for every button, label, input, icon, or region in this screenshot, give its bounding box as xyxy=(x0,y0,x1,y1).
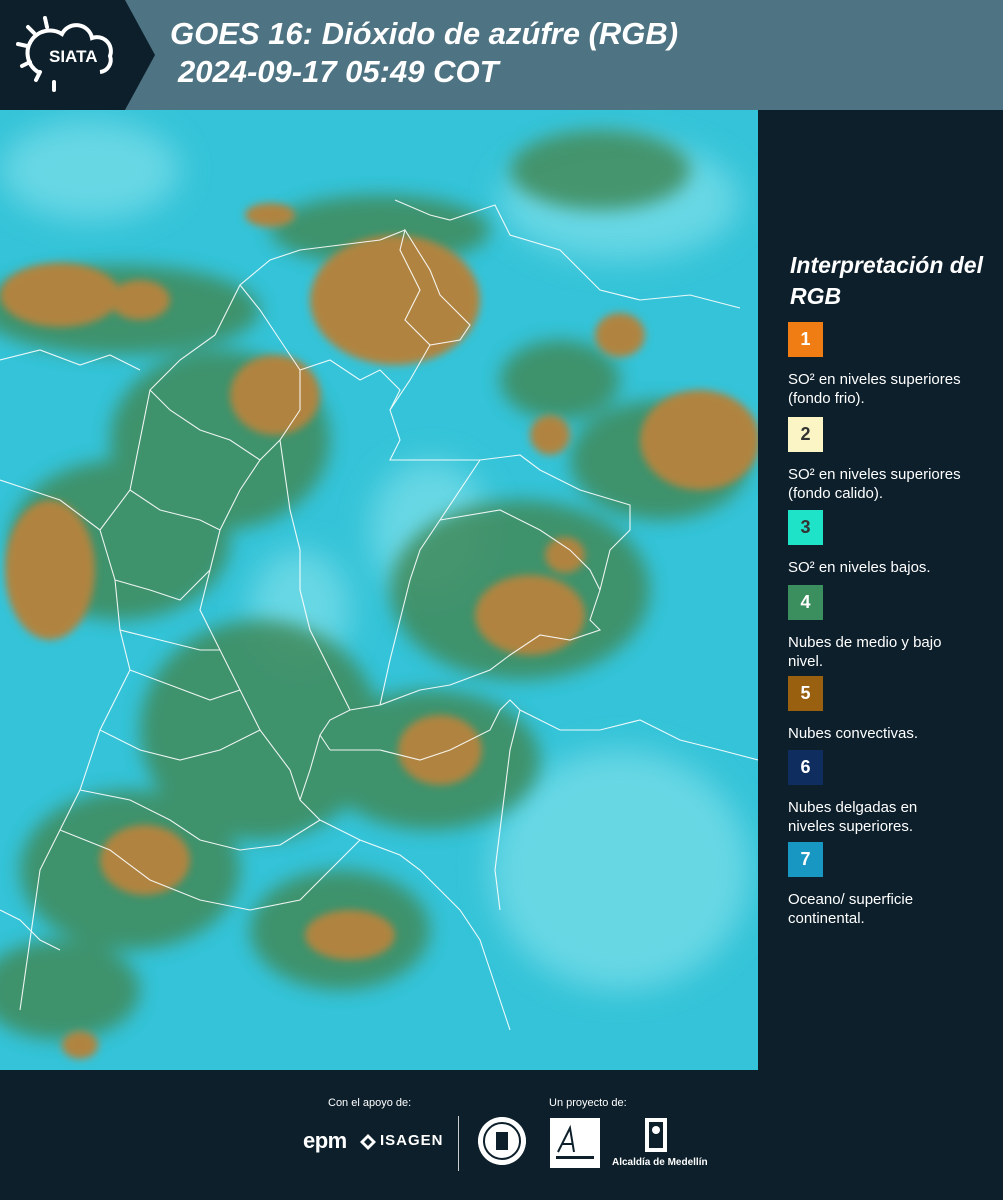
legend-label: SO² en niveles bajos. xyxy=(788,559,931,576)
legend-label: Oceano/ superficie continental. xyxy=(788,891,914,927)
legend-swatch: 5 xyxy=(788,676,823,711)
area-metropolitana-logo xyxy=(550,1118,600,1168)
legend-swatch: 6 xyxy=(788,750,823,785)
legend-item-4: 4 Nubes de medio y bajo nivel. xyxy=(788,585,998,671)
satellite-map xyxy=(0,110,758,1070)
legend-item-1: 1 SO² en niveles superiores (fondo frio)… xyxy=(788,322,998,408)
legend-panel: Interpretación del RGB 1 SO² en niveles … xyxy=(758,110,1003,1070)
project-label: Un proyecto de: xyxy=(549,1097,627,1109)
legend-title: Interpretación del RGB xyxy=(790,252,983,309)
legend-number: 1 xyxy=(800,329,811,349)
support-label: Con el apoyo de: xyxy=(328,1097,412,1109)
legend-item-3: 3 SO² en niveles bajos. xyxy=(788,510,998,577)
header-bar: SIATA GOES 16: Dióxido de azúfre (RGB) 2… xyxy=(0,0,1003,110)
footer: Con el apoyo de: Un proyecto de: epm ISA… xyxy=(0,1070,1003,1200)
legend-number: 7 xyxy=(800,849,811,869)
map-title: GOES 16: Dióxido de azúfre (RGB) xyxy=(170,16,679,51)
seal-icon xyxy=(478,1117,526,1165)
siata-logo-text: SIATA xyxy=(49,47,97,66)
legend-label: SO² en niveles superiores (fondo calido)… xyxy=(788,466,961,502)
footer-divider xyxy=(458,1116,459,1171)
legend-label: Nubes convectivas. xyxy=(788,725,919,742)
legend-label: SO² en niveles superiores (fondo frio). xyxy=(788,371,961,407)
legend-swatch: 3 xyxy=(788,510,823,545)
isagen-logo: ISAGEN xyxy=(380,1132,444,1149)
legend-swatch: 7 xyxy=(788,842,823,877)
legend-number: 4 xyxy=(800,592,811,612)
map-timestamp: 2024-09-17 05:49 COT xyxy=(178,54,499,89)
legend-swatch: 1 xyxy=(788,322,823,357)
legend-number: 5 xyxy=(800,683,811,703)
isagen-icon xyxy=(360,1134,376,1150)
alcaldia-shield-icon xyxy=(645,1118,667,1152)
legend-number: 6 xyxy=(800,757,811,777)
satellite-image xyxy=(0,110,758,1070)
legend-number: 3 xyxy=(800,517,811,537)
legend-item-7: 7 Oceano/ superficie continental. xyxy=(788,842,998,928)
legend-label: Nubes de medio y bajo nivel. xyxy=(788,634,942,670)
legend-item-2: 2 SO² en niveles superiores (fondo calid… xyxy=(788,417,998,503)
alcaldia-logo-text: Alcaldía de Medellín xyxy=(612,1157,708,1168)
epm-logo: epm xyxy=(303,1128,347,1153)
legend-item-5: 5 Nubes convectivas. xyxy=(788,676,998,743)
legend-item-6: 6 Nubes delgadas en niveles superiores. xyxy=(788,750,998,836)
siata-logo: SIATA xyxy=(0,0,160,110)
legend-label: Nubes delgadas en niveles superiores. xyxy=(788,799,918,835)
legend-swatch: 2 xyxy=(788,417,823,452)
legend-swatch: 4 xyxy=(788,585,823,620)
legend-number: 2 xyxy=(800,424,811,444)
